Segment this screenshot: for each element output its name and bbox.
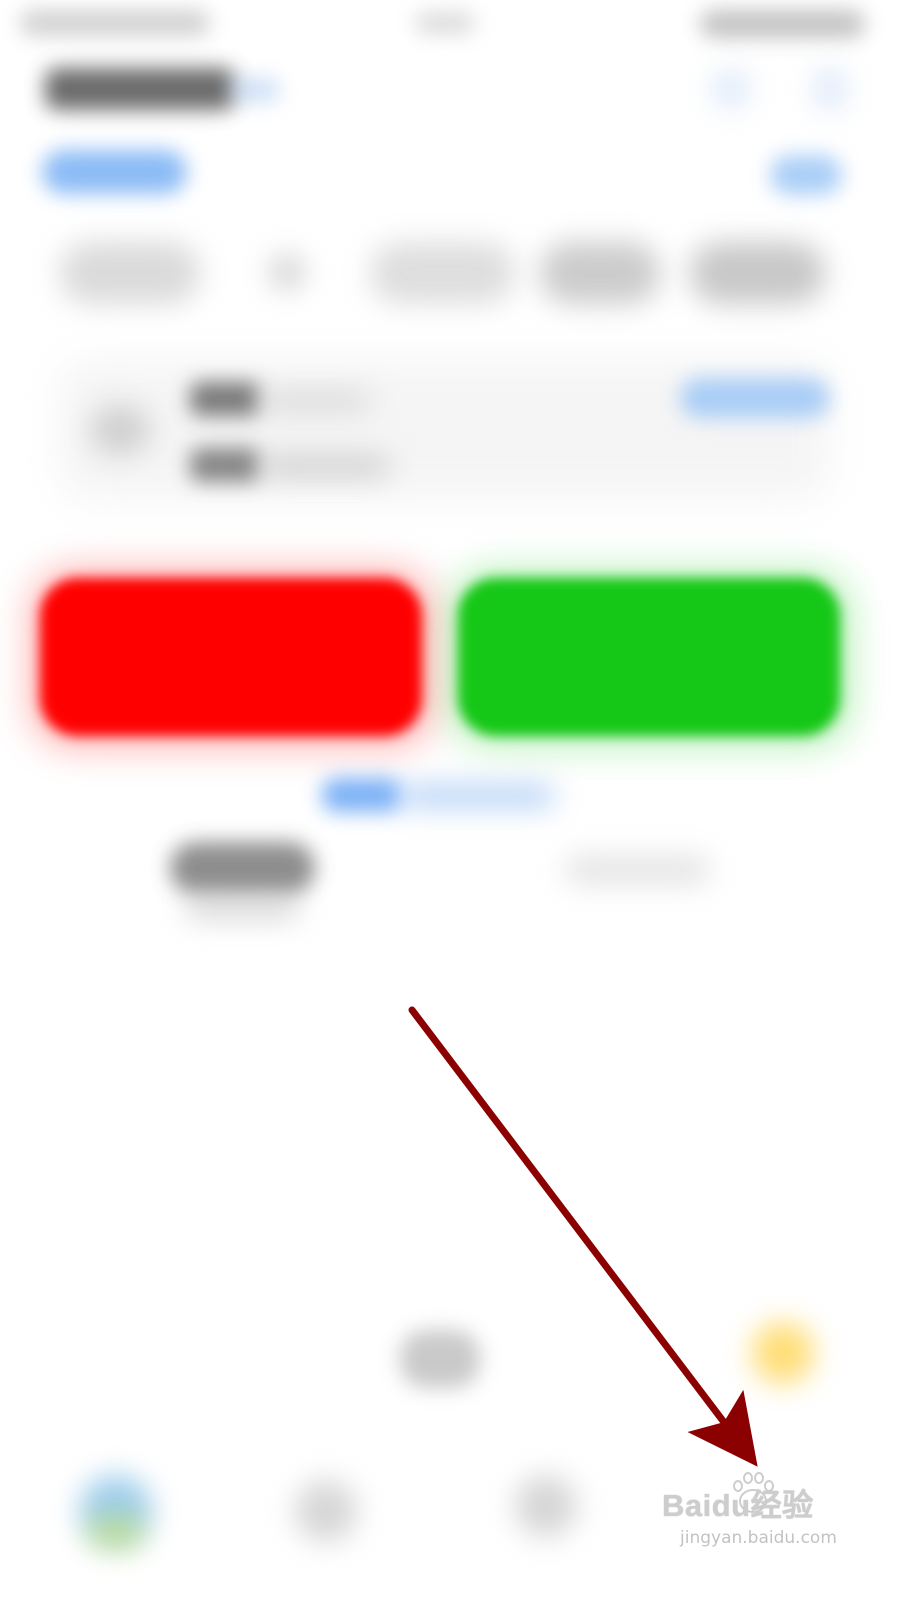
- status-bar-time: [415, 12, 475, 34]
- list-tab[interactable]: [565, 856, 710, 884]
- page-title: [45, 68, 235, 110]
- red-action-button[interactable]: [40, 578, 422, 736]
- nav-item-3-icon[interactable]: [515, 1475, 577, 1537]
- floating-chip[interactable]: [400, 1330, 480, 1388]
- more-pill[interactable]: [770, 155, 842, 195]
- title-dropdown[interactable]: [230, 78, 280, 102]
- card-label: [190, 382, 260, 416]
- green-action-button[interactable]: [458, 578, 840, 736]
- nav-item-2-icon[interactable]: [295, 1480, 357, 1542]
- status-bar-left: [20, 10, 210, 36]
- category-tab[interactable]: [540, 242, 660, 304]
- baidu-watermark: Baidu经验 jingyan.baidu.com: [662, 1472, 862, 1570]
- floating-badge[interactable]: [752, 1322, 814, 1384]
- category-tab[interactable]: [270, 255, 304, 289]
- header-menu-icon[interactable]: [815, 68, 845, 110]
- card-value: [260, 392, 370, 410]
- watermark-brand: Baidu经验: [662, 1488, 814, 1523]
- tab-underline: [185, 895, 300, 919]
- watermark-url: jingyan.baidu.com: [680, 1528, 837, 1548]
- category-tab[interactable]: [370, 242, 515, 304]
- card-action-button[interactable]: [680, 378, 830, 418]
- list-tab-active[interactable]: [170, 842, 315, 894]
- app-screen: { "screen": { "blurred": true }, "status…: [0, 0, 900, 1600]
- info-link-text[interactable]: [400, 784, 555, 808]
- card-label: [190, 448, 260, 482]
- status-bar-icons: [700, 10, 865, 38]
- nav-home-highlight: [88, 1515, 144, 1549]
- info-link[interactable]: [322, 778, 402, 812]
- card-icon: [90, 405, 150, 455]
- card-value: [260, 456, 390, 476]
- filter-pill[interactable]: [42, 150, 187, 194]
- category-tab[interactable]: [60, 242, 200, 304]
- header-action-icon[interactable]: [712, 70, 750, 108]
- category-tab[interactable]: [690, 242, 825, 304]
